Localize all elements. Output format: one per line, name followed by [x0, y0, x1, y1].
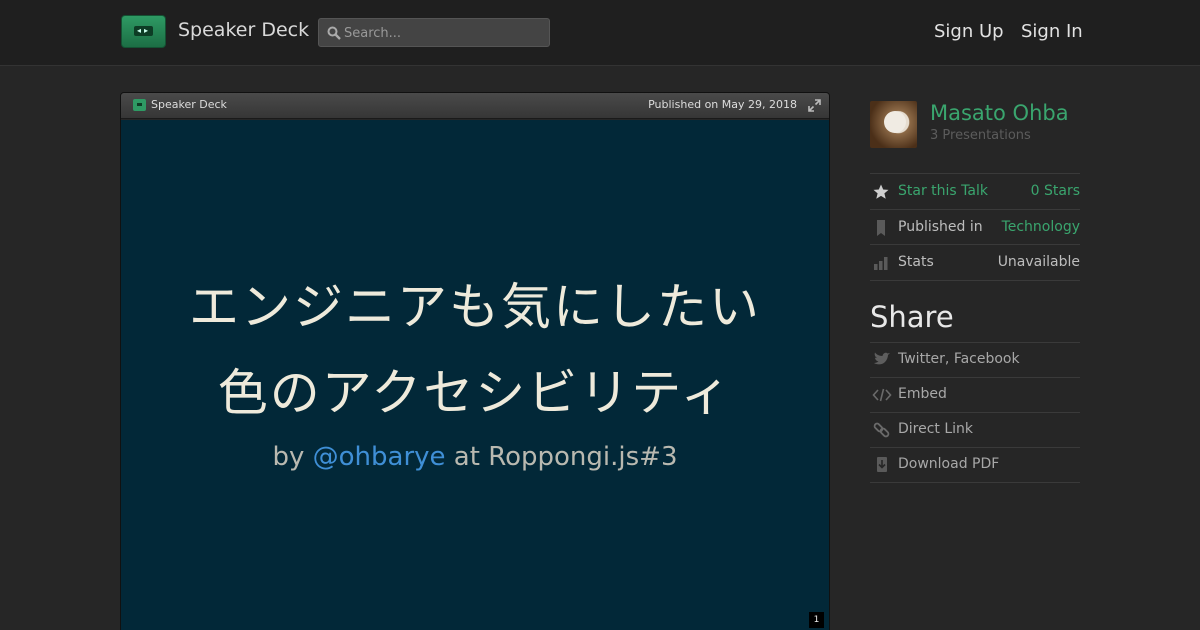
bookmark-icon	[877, 220, 885, 236]
speaker-deck-mini-icon	[133, 99, 146, 111]
player-brand[interactable]: Speaker Deck	[151, 98, 227, 111]
share-heading: Share	[870, 300, 954, 334]
download-icon	[877, 457, 887, 472]
stats-value: Unavailable	[997, 254, 1080, 270]
direct-link-label[interactable]: Direct Link	[898, 421, 973, 437]
author-name[interactable]: Masato Ohba	[930, 101, 1069, 125]
sign-up-link[interactable]: Sign Up	[934, 21, 1004, 42]
published-in-label: Published in	[898, 219, 983, 235]
search-input[interactable]	[344, 23, 544, 43]
top-header: ◂▸ Speaker Deck Sign Up Sign In	[0, 0, 1200, 66]
brand-link[interactable]: Speaker Deck	[178, 19, 309, 41]
sign-in-link[interactable]: Sign In	[1021, 21, 1083, 42]
subtitle-prefix: by	[272, 442, 313, 472]
slide-title: エンジニアも気にしたい 色のアクセシビリティ	[121, 264, 829, 436]
slide-canvas[interactable]: エンジニアも気にしたい 色のアクセシビリティ by @ohbarye at Ro…	[121, 120, 829, 630]
presentation-count: 3 Presentations	[930, 128, 1031, 143]
expand-icon[interactable]	[808, 99, 821, 112]
published-date: Published on May 29, 2018	[648, 98, 797, 111]
direct-link-row[interactable]: Direct Link	[870, 412, 1080, 447]
share-social-label[interactable]: Twitter, Facebook	[898, 351, 1020, 367]
speaker-deck-logo-icon[interactable]: ◂ ▸	[121, 15, 166, 48]
stats-row: Stats Unavailable	[870, 244, 1080, 280]
stats-icon	[874, 257, 888, 270]
slide-title-line-1: エンジニアも気にしたい	[189, 278, 761, 336]
bird-icon	[874, 352, 890, 365]
download-pdf-row[interactable]: Download PDF	[870, 447, 1080, 482]
code-icon	[872, 388, 892, 402]
slide-subtitle: by @ohbarye at Roppongi.js#3	[121, 442, 829, 472]
search-box[interactable]	[318, 18, 550, 47]
author-handle: @ohbarye	[312, 442, 446, 472]
search-icon	[327, 26, 341, 40]
slide-player: Speaker Deck Published on May 29, 2018 エ…	[120, 92, 830, 630]
link-icon	[873, 422, 890, 438]
share-divider	[870, 482, 1080, 483]
download-pdf-label[interactable]: Download PDF	[898, 456, 999, 472]
slide-title-line-2: 色のアクセシビリティ	[217, 364, 733, 422]
category-link[interactable]: Technology	[1002, 219, 1080, 235]
embed-label[interactable]: Embed	[898, 386, 947, 402]
stats-label: Stats	[898, 254, 934, 270]
published-in-row: Published in Technology	[870, 209, 1080, 245]
embed-row[interactable]: Embed	[870, 377, 1080, 412]
player-toolbar: Speaker Deck Published on May 29, 2018	[121, 93, 829, 119]
subtitle-suffix: at Roppongi.js#3	[445, 442, 678, 472]
avatar[interactable]	[870, 101, 917, 148]
share-social-row[interactable]: Twitter, Facebook	[870, 342, 1080, 377]
page-number: 1	[809, 612, 824, 628]
star-talk-row[interactable]: Star this Talk 0 Stars	[870, 173, 1080, 209]
details-divider	[870, 280, 1080, 281]
star-icon	[873, 184, 889, 199]
star-count: 0 Stars	[1030, 183, 1080, 199]
star-talk-label[interactable]: Star this Talk	[898, 183, 988, 199]
